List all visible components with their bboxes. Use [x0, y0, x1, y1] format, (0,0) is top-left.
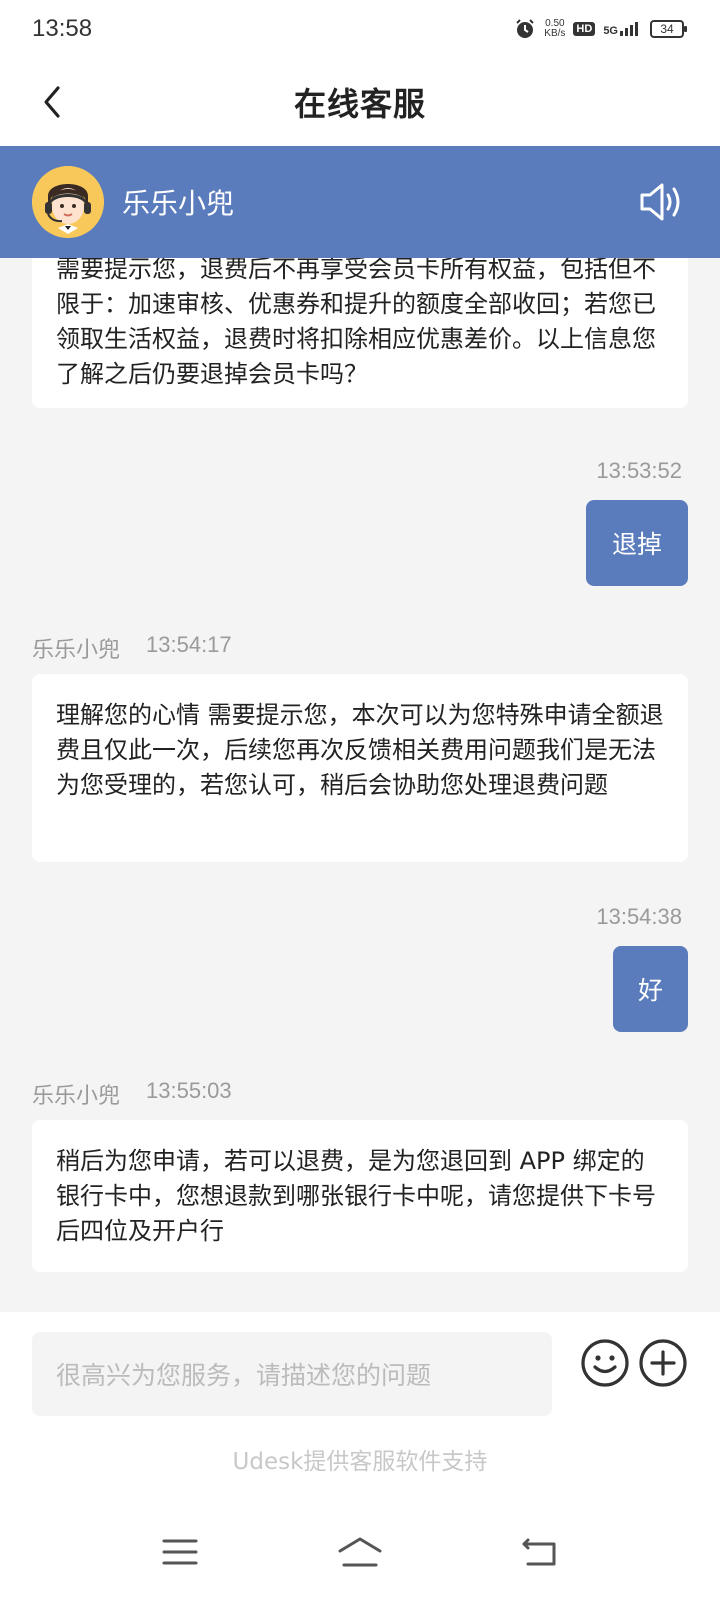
- agent-header: 乐乐小兜: [0, 146, 720, 258]
- user-message-bubble: 退掉: [586, 500, 688, 586]
- speaker-button[interactable]: [638, 180, 686, 224]
- agent-message-bubble: 稍后为您申请，若可以退费，是为您退回到 APP 绑定的银行卡中，您想退款到哪张银…: [32, 1120, 688, 1272]
- plus-circle-icon: [639, 1339, 687, 1387]
- message-meta: 乐乐小兜 13:54:17: [32, 632, 232, 664]
- signal-icon: [620, 22, 638, 36]
- smiley-icon: [581, 1339, 629, 1387]
- nav-home-button[interactable]: [330, 1530, 390, 1574]
- nav-menu-button[interactable]: [150, 1530, 210, 1574]
- menu-icon: [162, 1539, 198, 1565]
- hd-badge: HD: [573, 22, 596, 36]
- agent-avatar: [32, 166, 104, 238]
- message-time: 13:53:52: [596, 458, 682, 483]
- message-text: 好: [637, 976, 663, 1005]
- back-arrow-icon: [522, 1538, 556, 1566]
- alarm-icon: [516, 19, 535, 38]
- agent-message-bubble: 需要提示您，退费后不再享受会员卡所有权益，包括但不限于：加速审核、优惠券和提升的…: [32, 258, 688, 408]
- sender-name: 乐乐小兜: [32, 1084, 121, 1109]
- message-text: 稍后为您申请，若可以退费，是为您退回到 APP 绑定的银行卡中，您想退款到哪张银…: [56, 1147, 656, 1245]
- message-text: 退掉: [611, 530, 662, 559]
- network-type: 5G: [603, 25, 618, 37]
- network-speed: 0.50 KB/s: [544, 19, 565, 39]
- title-bar: 在线客服: [0, 58, 720, 146]
- input-placeholder: 很高兴为您服务，请描述您的问题: [56, 1361, 432, 1390]
- agent-message-bubble: 理解您的心情 需要提示您，本次可以为您特殊申请全额退费且仅此一次，后续您再次反馈…: [32, 674, 688, 862]
- user-message-bubble: 好: [613, 946, 688, 1032]
- powered-by-text: Udesk提供客服软件支持: [232, 1449, 488, 1475]
- message-input[interactable]: 很高兴为您服务，请描述您的问题: [32, 1332, 552, 1416]
- message-time: 13:54:38: [596, 904, 682, 929]
- sender-name: 乐乐小兜: [32, 638, 121, 663]
- message-time: 13:55:03: [146, 1078, 232, 1103]
- status-icons: 0.50 KB/s HD 5G 34: [514, 18, 687, 40]
- system-navigation-bar: [0, 1510, 720, 1600]
- message-text: 理解您的心情 需要提示您，本次可以为您特殊申请全额退费且仅此一次，后续您再次反馈…: [56, 701, 664, 799]
- speaker-icon: [640, 183, 680, 221]
- nav-back-button[interactable]: [510, 1530, 570, 1574]
- chevron-left-icon: [44, 86, 60, 118]
- chat-messages[interactable]: 需要提示您，退费后不再享受会员卡所有权益，包括但不限于：加速审核、优惠券和提升的…: [0, 258, 720, 1312]
- agent-avatar-image: [32, 166, 104, 238]
- status-bar: 13:58 0.50 KB/s HD 5G 34: [0, 0, 720, 58]
- back-button[interactable]: [30, 80, 74, 124]
- signal-indicator: 5G: [603, 22, 642, 37]
- input-area: 很高兴为您服务，请描述您的问题 Udesk提供客服软件支持: [0, 1312, 720, 1510]
- message-text: 需要提示您，退费后不再享受会员卡所有权益，包括但不限于：加速审核、优惠券和提升的…: [56, 258, 656, 388]
- battery-icon: 34: [650, 20, 687, 38]
- agent-name: 乐乐小兜: [122, 187, 235, 220]
- message-time: 13:54:17: [146, 632, 232, 657]
- status-time: 13:58: [32, 15, 93, 42]
- battery-level: 34: [660, 22, 674, 36]
- page-title: 在线客服: [293, 85, 426, 123]
- speed-unit: KB/s: [544, 28, 566, 39]
- message-meta: 乐乐小兜 13:55:03: [32, 1078, 232, 1110]
- add-button[interactable]: [638, 1338, 688, 1388]
- emoji-button[interactable]: [580, 1338, 630, 1388]
- home-icon: [338, 1537, 382, 1567]
